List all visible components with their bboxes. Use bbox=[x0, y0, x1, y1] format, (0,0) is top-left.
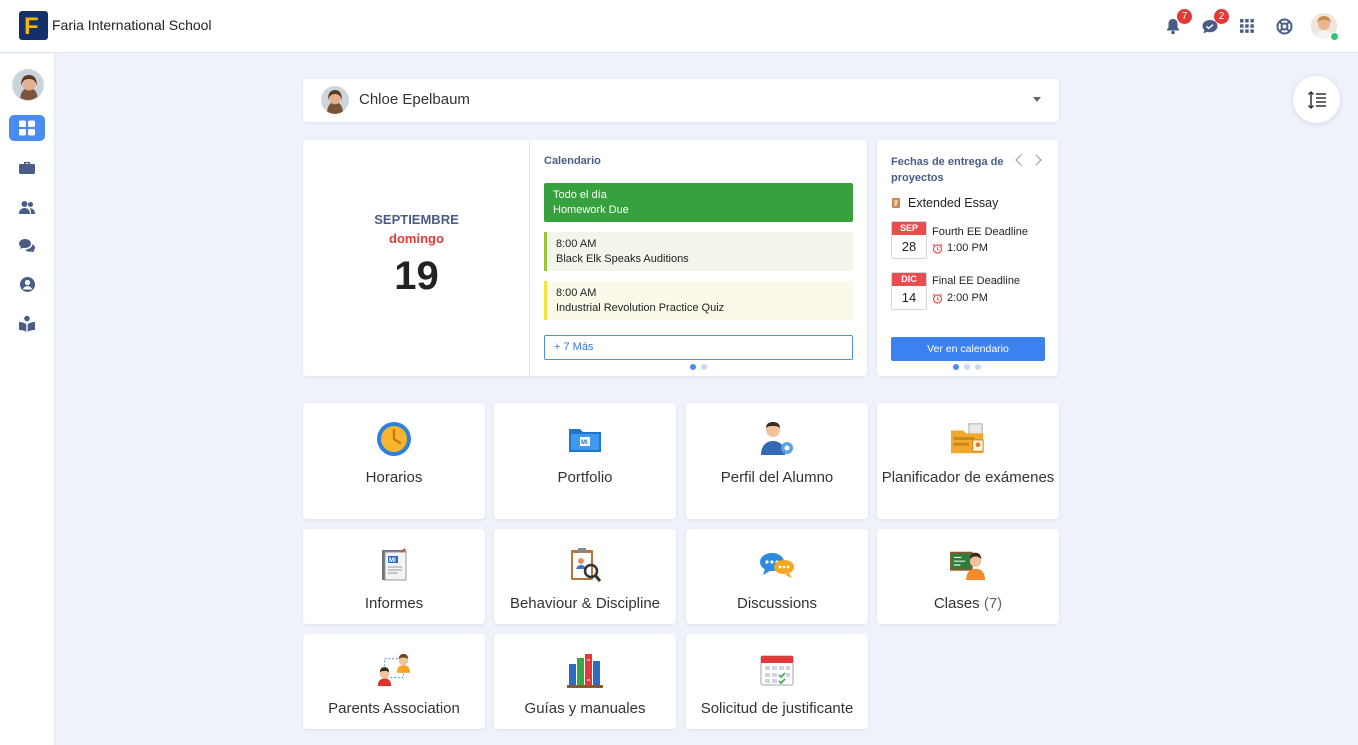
event-time: 8:00 AM bbox=[556, 238, 597, 250]
student-avatar bbox=[321, 86, 349, 114]
project-deadlines-widget: Fechas de entrega de proyectos Extended … bbox=[877, 140, 1058, 376]
calendar-event[interactable]: 8:00 AM Industrial Revolution Practice Q… bbox=[544, 281, 853, 320]
pagination-dot[interactable] bbox=[975, 364, 981, 370]
current-weekday: domingo bbox=[389, 231, 444, 246]
classes-icon bbox=[950, 547, 986, 583]
deadline-date: SEP 28 bbox=[891, 221, 927, 259]
dashboard-grid-icon bbox=[19, 120, 35, 136]
classes-count: (7) bbox=[983, 595, 1003, 612]
calendar-widget: SEPTIEMBRE domingo 19 Calendario Todo el… bbox=[303, 140, 867, 376]
deadline-name[interactable]: Final EE Deadline bbox=[932, 275, 1020, 287]
svg-text:MI: MI bbox=[389, 558, 396, 564]
sidebar-item-profile[interactable] bbox=[9, 271, 45, 297]
sidebar-item-guides[interactable] bbox=[9, 310, 45, 336]
tile-clases[interactable]: Clases (7) bbox=[877, 529, 1059, 624]
behaviour-clipboard-icon bbox=[567, 547, 603, 583]
sidebar bbox=[0, 54, 55, 745]
tile-behaviour-discipline[interactable]: Behaviour & Discipline bbox=[494, 529, 676, 624]
project-name: Extended Essay bbox=[908, 196, 999, 210]
apps-grid-icon[interactable] bbox=[1236, 15, 1258, 37]
event-title: Industrial Revolution Practice Quiz bbox=[556, 302, 725, 314]
school-logo[interactable]: F bbox=[19, 11, 48, 40]
sidebar-item-discussions[interactable] bbox=[9, 233, 45, 259]
scroll-icon bbox=[892, 198, 900, 208]
tile-planificador-de-examenes[interactable]: Planificador de exámenes bbox=[877, 403, 1059, 519]
event-title: Black Elk Speaks Auditions bbox=[556, 253, 689, 265]
clock-icon bbox=[376, 421, 412, 457]
calendar-title: Calendario bbox=[544, 155, 601, 167]
event-time: 8:00 AM bbox=[556, 287, 597, 299]
event-title: Homework Due bbox=[553, 204, 629, 216]
tile-label: Clases bbox=[933, 595, 980, 612]
calendar-pagination bbox=[690, 364, 707, 370]
online-status-dot bbox=[1330, 32, 1339, 41]
messages-badge: 2 bbox=[1214, 9, 1229, 24]
pagination-dot[interactable] bbox=[690, 364, 696, 370]
user-circle-icon bbox=[19, 276, 35, 292]
deadline-date: DIC 14 bbox=[891, 272, 927, 310]
chevron-right-icon[interactable] bbox=[1030, 154, 1042, 166]
sidebar-item-dashboard[interactable] bbox=[9, 115, 45, 141]
alarm-clock-icon bbox=[932, 293, 943, 304]
notifications-badge: 7 bbox=[1177, 9, 1192, 24]
sort-lines-icon bbox=[1307, 90, 1326, 109]
calendar-event[interactable]: 8:00 AM Black Elk Speaks Auditions bbox=[544, 232, 853, 271]
pagination-dot[interactable] bbox=[953, 364, 959, 370]
messages-icon[interactable]: 2 bbox=[1199, 9, 1229, 37]
school-name[interactable]: Faria International School bbox=[52, 17, 212, 33]
portfolio-folder-icon: MI bbox=[567, 421, 603, 457]
tile-informes[interactable]: MI Informes bbox=[303, 529, 485, 624]
parents-association-icon bbox=[376, 652, 412, 688]
reorder-widgets-button[interactable] bbox=[1293, 76, 1340, 123]
tile-parents-association[interactable]: Parents Association bbox=[303, 634, 485, 729]
deadline-name[interactable]: Fourth EE Deadline bbox=[932, 226, 1028, 238]
top-bar: F Faria International School 7 2 bbox=[0, 0, 1358, 53]
alarm-clock-icon bbox=[932, 243, 943, 254]
today-date: SEPTIEMBRE domingo 19 bbox=[303, 140, 530, 376]
sidebar-item-portfolio[interactable] bbox=[9, 154, 45, 180]
more-events-button[interactable]: + 7 Más bbox=[544, 335, 853, 360]
tile-perfil-del-alumno[interactable]: Perfil del Alumno bbox=[686, 403, 868, 519]
current-day: 19 bbox=[394, 254, 439, 298]
calendar-event[interactable]: Todo el día Homework Due bbox=[544, 183, 853, 222]
deadline-time: 1:00 PM bbox=[932, 242, 988, 254]
pagination-dot[interactable] bbox=[964, 364, 970, 370]
chat-bubbles-icon bbox=[19, 239, 35, 253]
tile-guias-y-manuales[interactable]: Guías y manuales bbox=[494, 634, 676, 729]
tile-portfolio[interactable]: MI Portfolio bbox=[494, 403, 676, 519]
tile-discussions[interactable]: Discussions bbox=[686, 529, 868, 624]
view-in-calendar-button[interactable]: Ver en calendario bbox=[891, 337, 1045, 361]
student-selector[interactable]: Chloe Epelbaum bbox=[303, 79, 1059, 122]
people-icon bbox=[19, 200, 35, 214]
exam-planner-icon bbox=[950, 421, 986, 457]
chevron-down-icon[interactable] bbox=[1033, 97, 1041, 102]
deadlines-title: Fechas de entrega de proyectos bbox=[891, 156, 1004, 184]
discussion-bubbles-icon bbox=[759, 547, 795, 583]
open-book-reader-icon bbox=[19, 315, 35, 332]
student-name: Chloe Epelbaum bbox=[359, 91, 470, 108]
tile-solicitud-de-justificante[interactable]: Solicitud de justificante bbox=[686, 634, 868, 729]
sidebar-item-people[interactable] bbox=[9, 194, 45, 220]
event-time: Todo el día bbox=[553, 189, 607, 201]
deadlines-pagination bbox=[953, 364, 981, 370]
current-month: SEPTIEMBRE bbox=[374, 212, 459, 227]
help-lifebuoy-icon[interactable] bbox=[1273, 15, 1295, 37]
pagination-dot[interactable] bbox=[701, 364, 707, 370]
absence-request-calendar-icon bbox=[759, 652, 795, 688]
chevron-left-icon[interactable] bbox=[1015, 154, 1027, 166]
briefcase-icon bbox=[19, 161, 35, 174]
svg-text:MI: MI bbox=[581, 440, 588, 446]
guides-books-icon bbox=[567, 652, 603, 688]
report-cards-icon: MI bbox=[376, 547, 412, 583]
student-profile-icon bbox=[759, 421, 795, 457]
deadline-time: 2:00 PM bbox=[932, 292, 988, 304]
notifications-bell-icon[interactable]: 7 bbox=[1162, 9, 1192, 37]
project-heading: Extended Essay bbox=[891, 196, 998, 210]
tile-horarios[interactable]: Horarios bbox=[303, 403, 485, 519]
sidebar-student-avatar[interactable] bbox=[12, 69, 44, 101]
